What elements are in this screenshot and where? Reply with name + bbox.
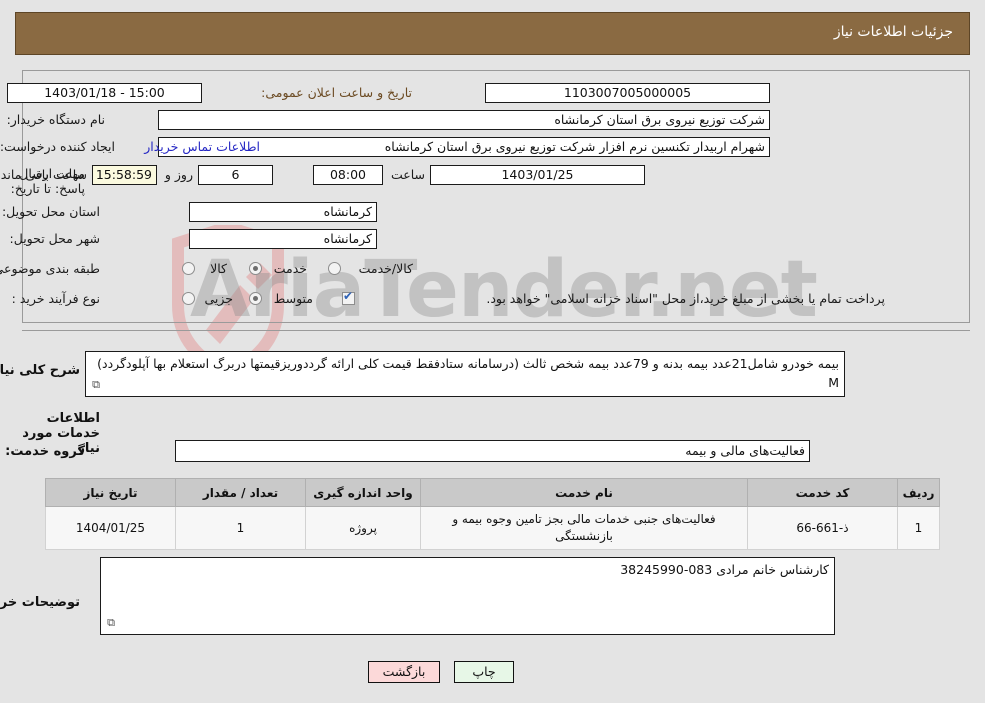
panel-top-rule	[22, 70, 970, 71]
radio-category-khedmat-label[interactable]: خدمت	[274, 261, 307, 276]
delivery-province-label: استان محل تحویل:	[1, 204, 100, 219]
radio-category-kala[interactable]	[182, 262, 195, 275]
cell-name: فعالیت‌های جنبی خدمات مالی بجز تامین وجو…	[420, 506, 748, 550]
page-title: جزئیات اطلاعات نیاز	[833, 24, 953, 40]
radio-category-kala-khedmat-label[interactable]: کالا/خدمت	[359, 261, 413, 276]
deadline-date-value: 1403/01/25	[430, 165, 645, 185]
radio-category-kala-label[interactable]: کالا	[210, 261, 227, 276]
buyer-contact-link[interactable]: اطلاعات تماس خریدار	[144, 139, 260, 154]
cell-quantity: 1	[175, 506, 306, 550]
panel-bottom-rule	[22, 322, 970, 323]
col-unit: واحد اندازه گیری	[305, 478, 421, 507]
delivery-city-label: شهر محل تحویل:	[9, 231, 100, 246]
cell-need-date: 1404/01/25	[45, 506, 176, 550]
page-header-bar: جزئیات اطلاعات نیاز	[15, 12, 970, 55]
need-number-value: 1103007005000005	[485, 83, 770, 103]
requester-label: ایجاد کننده درخواست:	[0, 139, 115, 154]
buyer-org-value: شرکت توزیع نیروی برق استان کرمانشاه	[158, 110, 770, 130]
cell-unit: پروژه	[305, 506, 421, 550]
col-quantity: تعداد / مقدار	[175, 478, 306, 507]
announce-datetime-label: تاریخ و ساعت اعلان عمومی:	[261, 85, 412, 100]
radio-purchase-jozei[interactable]	[182, 292, 195, 305]
deadline-remaining-label: ساعت باقی مانده	[0, 167, 87, 182]
deadline-countdown-value: 15:58:59	[92, 165, 157, 185]
table-row: 1 ذ-661-66 فعالیت‌های جنبی خدمات مالی بج…	[45, 506, 940, 550]
col-need-date: تاریخ نیاز	[45, 478, 176, 507]
radio-purchase-jozei-label[interactable]: جزیی	[204, 291, 233, 306]
section-divider-rule	[22, 330, 970, 331]
buyer-org-label: نام دستگاه خریدار:	[6, 112, 105, 127]
delivery-province-value: کرمانشاه	[189, 202, 377, 222]
col-name: نام خدمت	[420, 478, 748, 507]
deadline-days-label: روز و	[164, 167, 193, 182]
need-details-page: AriaTender.net جزئیات اطلاعات نیاز شماره…	[0, 0, 985, 703]
service-group-label: گروه خدمت:	[5, 444, 85, 459]
description-textarea[interactable]: بیمه خودرو شامل21عدد بیمه بدنه و 79عدد ب…	[85, 351, 845, 397]
print-button[interactable]: چاپ	[454, 661, 514, 683]
category-label: طبقه بندی موضوعی:	[0, 261, 100, 276]
radio-purchase-motevaset[interactable]	[249, 292, 262, 305]
treasury-checkbox[interactable]	[342, 290, 355, 305]
purchase-type-label: نوع فرآیند خرید :	[11, 291, 100, 306]
table-header-row: ردیف کد خدمت نام خدمت واحد اندازه گیری ت…	[45, 478, 940, 507]
services-table: ردیف کد خدمت نام خدمت واحد اندازه گیری ت…	[45, 478, 940, 550]
col-code: کد خدمت	[747, 478, 898, 507]
buyer-notes-label: توضیحات خریدار:	[0, 595, 80, 610]
col-radif: ردیف	[897, 478, 940, 507]
service-group-value: فعالیت‌های مالی و بیمه	[175, 440, 810, 462]
radio-category-khedmat[interactable]	[249, 262, 262, 275]
radio-category-kala-khedmat[interactable]	[328, 262, 341, 275]
cell-code: ذ-661-66	[747, 506, 898, 550]
description-label: شرح کلی نیاز:	[0, 363, 80, 378]
delivery-city-value: کرمانشاه	[189, 229, 377, 249]
buyer-notes-textarea[interactable]: کارشناس خانم مرادی 083-38245990	[100, 557, 835, 635]
need-info-panel	[22, 70, 970, 322]
cell-radif: 1	[897, 506, 940, 550]
deadline-hour-label: ساعت	[390, 167, 425, 182]
announce-datetime-value: 15:00 - 1403/01/18	[7, 83, 202, 103]
back-button[interactable]: بازگشت	[368, 661, 440, 683]
deadline-time-value: 08:00	[313, 165, 383, 185]
treasury-text: پرداخت تمام یا بخشی از مبلغ خرید،از محل …	[486, 291, 885, 306]
deadline-days-value: 6	[198, 165, 273, 185]
radio-purchase-motevaset-label[interactable]: متوسط	[274, 291, 313, 306]
